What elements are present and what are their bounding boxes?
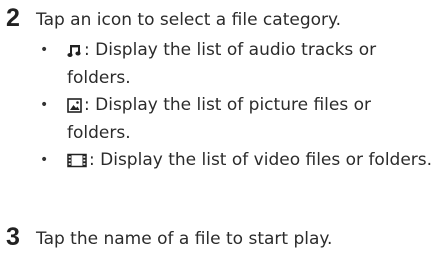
step-text: Tap the name of a file to start play. bbox=[36, 229, 333, 249]
bullet-text: : Display the list of video files or fol… bbox=[89, 150, 433, 170]
step-text: Tap an icon to select a file category. bbox=[36, 10, 342, 30]
film-icon bbox=[67, 151, 87, 176]
step-number: 3 bbox=[6, 223, 20, 251]
list-item-audio: • : Display the list of audio tracks or … bbox=[38, 38, 438, 91]
bullet-icon: • bbox=[40, 97, 49, 113]
bullet-text: : Display the list of picture files or f… bbox=[67, 95, 371, 143]
bullet-icon: • bbox=[40, 152, 49, 168]
picture-icon bbox=[67, 96, 82, 121]
list-item-pictures: • : Display the list of picture files or… bbox=[38, 93, 438, 146]
music-note-icon bbox=[67, 41, 82, 66]
file-category-list: • : Display the list of audio tracks or … bbox=[38, 38, 438, 178]
bullet-text: : Display the list of audio tracks or fo… bbox=[67, 40, 377, 88]
list-item-videos: • : Display the list of video files or f… bbox=[38, 148, 438, 176]
bullet-icon: • bbox=[40, 42, 49, 58]
step-number: 2 bbox=[6, 4, 20, 32]
